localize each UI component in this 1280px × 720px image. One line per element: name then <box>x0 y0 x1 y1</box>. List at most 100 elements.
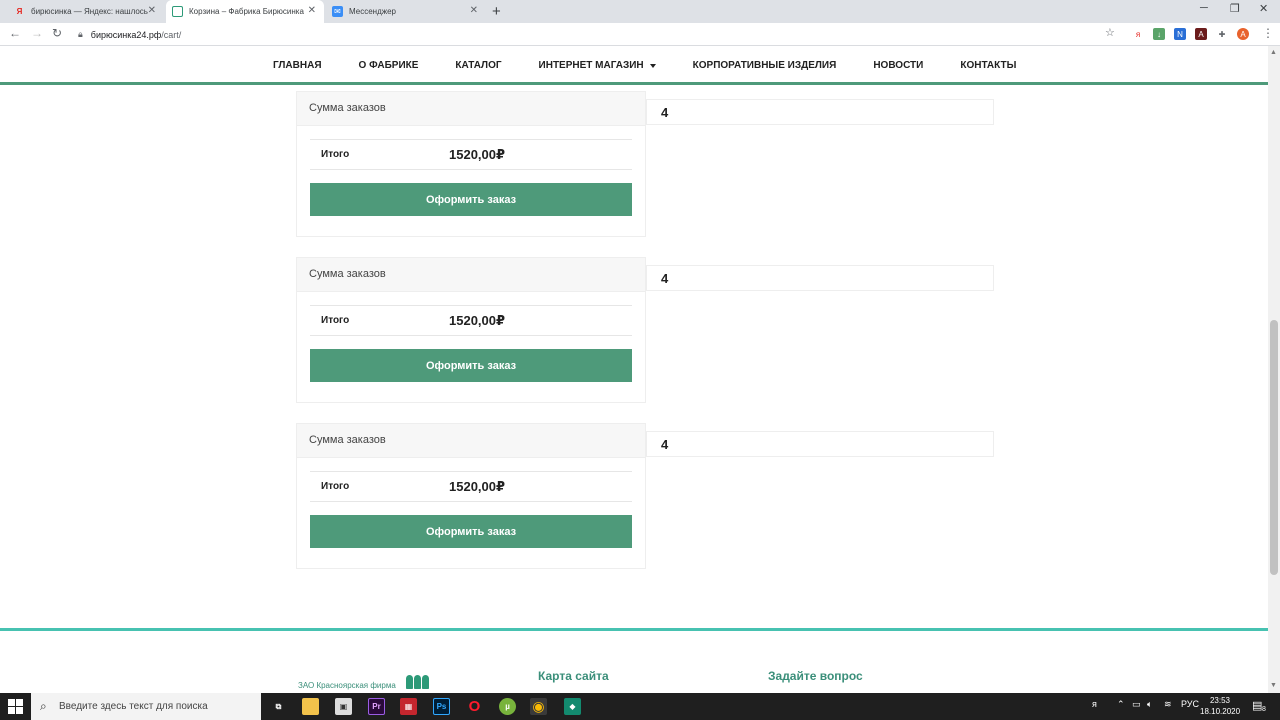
yandex-extension-icon[interactable]: я <box>1132 28 1144 40</box>
site-footer: ЗАО Красноярская фирма Карта сайта Задай… <box>0 631 1268 693</box>
menu-dots-icon[interactable]: ⋮ <box>1262 26 1274 40</box>
browser-tab-cart[interactable]: Корзина – Фабрика Бирюсинка ✕ <box>166 0 324 23</box>
chevron-up-icon[interactable]: ⌃ <box>1117 699 1125 710</box>
scrollbar-thumb[interactable] <box>1270 320 1278 575</box>
search-icon: ⌕ <box>40 699 47 713</box>
close-icon[interactable]: ✕ <box>308 5 316 16</box>
quantity-field[interactable]: 4 <box>646 265 994 291</box>
company-logo[interactable] <box>406 675 430 689</box>
forward-icon[interactable]: → <box>31 26 43 40</box>
browser-tab-messenger[interactable]: ✉ Мессенджер ✕ <box>326 0 486 23</box>
checkout-button[interactable]: Оформить заказ <box>310 183 632 216</box>
download-extension-icon[interactable]: ↓ <box>1153 28 1165 40</box>
order-summary: Сумма заказов Итого 1520,00₽ Оформить за… <box>296 257 646 403</box>
page-scrollbar[interactable]: ▲ ▼ <box>1268 46 1280 693</box>
notification-icon[interactable]: ▤ <box>1252 699 1262 712</box>
pdf-extension-icon[interactable]: A <box>1195 28 1207 40</box>
photoshop-icon[interactable]: Ps <box>433 698 450 715</box>
puzzle-icon[interactable]: ✚ <box>1216 28 1228 40</box>
order-block: Сумма заказов Итого 1520,00₽ Оформить за… <box>296 91 994 239</box>
nav-item-shop[interactable]: ИНТЕРНЕТ МАГАЗИН <box>539 60 656 71</box>
checkout-button[interactable]: Оформить заказ <box>310 515 632 548</box>
task-view-icon[interactable]: ⧉ <box>270 698 287 715</box>
close-icon[interactable]: ✕ <box>470 5 478 16</box>
wifi-icon[interactable]: ≋ <box>1164 699 1172 710</box>
premiere-icon[interactable]: Pr <box>368 698 385 715</box>
store-icon[interactable]: ▣ <box>335 698 352 715</box>
people-icon[interactable]: ᴙ <box>1092 699 1097 709</box>
taskbar-clock[interactable]: 23:53 18.10.2020 <box>1200 695 1240 717</box>
search-placeholder: Введите здесь текст для поиска <box>59 701 208 712</box>
order-summary: Сумма заказов Итого 1520,00₽ Оформить за… <box>296 91 646 237</box>
total-value: 1520,00₽ <box>449 313 506 328</box>
minimize-icon[interactable]: ─ <box>1200 2 1208 14</box>
yandex-icon: Я <box>16 7 23 16</box>
clock-time: 23:53 <box>1209 696 1231 705</box>
windows-taskbar: ⌕ Введите здесь текст для поиска ⧉ ▣ Pr … <box>0 693 1280 720</box>
nav-item-contacts[interactable]: КОНТАКТЫ <box>960 60 1016 71</box>
address-bar[interactable]: 🔒︎ бирюсинка24.рф/cart/ <box>72 25 1122 44</box>
nav-item-shop-label: ИНТЕРНЕТ МАГАЗИН <box>538 60 644 71</box>
windows-start-icon[interactable] <box>8 699 23 714</box>
reload-icon[interactable]: ↻ <box>52 26 62 40</box>
caret-down-icon <box>649 63 656 68</box>
avatar[interactable]: A <box>1237 28 1249 40</box>
checkout-button[interactable]: Оформить заказ <box>310 349 632 382</box>
nav-item-about[interactable]: О ФАБРИКЕ <box>359 60 419 71</box>
total-value: 1520,00₽ <box>449 147 506 162</box>
chrome-icon[interactable]: ◉ <box>530 698 547 715</box>
site-navigation: ГЛАВНАЯ О ФАБРИКЕ КАТАЛОГ ИНТЕРНЕТ МАГАЗ… <box>0 46 1268 85</box>
nav-item-home[interactable]: ГЛАВНАЯ <box>273 60 322 71</box>
ask-question-link[interactable]: Задайте вопрос <box>768 669 863 683</box>
back-icon[interactable]: ← <box>9 26 21 40</box>
torrent-icon[interactable]: µ <box>499 698 516 715</box>
monitor-icon[interactable]: ▭ <box>1132 699 1141 710</box>
new-tab-button[interactable]: + <box>492 3 501 20</box>
messenger-icon: ✉ <box>332 6 343 17</box>
total-label: Итого <box>321 481 350 492</box>
total-label: Итого <box>321 315 350 326</box>
notification-count: 8 <box>1262 706 1266 713</box>
close-window-icon[interactable]: ✕ <box>1259 2 1268 15</box>
summary-heading: Сумма заказов <box>297 258 645 292</box>
quantity-field[interactable]: 4 <box>646 431 994 457</box>
total-label: Итого <box>321 149 350 160</box>
restore-icon[interactable]: ❐ <box>1230 2 1240 15</box>
quantity-field[interactable]: 4 <box>646 99 994 125</box>
language-indicator[interactable]: РУС <box>1181 699 1199 709</box>
file-explorer-icon[interactable] <box>302 698 319 715</box>
clock-date: 18.10.2020 <box>1200 707 1241 716</box>
scroll-down-icon[interactable]: ▼ <box>1270 682 1277 689</box>
star-icon[interactable]: ☆ <box>1105 26 1115 39</box>
order-summary: Сумма заказов Итого 1520,00₽ Оформить за… <box>296 423 646 569</box>
new-extension-icon[interactable]: N <box>1174 28 1186 40</box>
opera-icon[interactable]: O <box>466 698 483 715</box>
nav-item-news[interactable]: НОВОСТИ <box>873 60 923 71</box>
tab-title: Корзина – Фабрика Бирюсинка <box>189 7 304 16</box>
total-row: Итого 1520,00₽ <box>310 305 632 336</box>
tab-title: Мессенджер <box>349 7 396 16</box>
order-block: Сумма заказов Итого 1520,00₽ Оформить за… <box>296 423 994 571</box>
address-host: бирюсинка24.рф <box>90 29 162 40</box>
scroll-up-icon[interactable]: ▲ <box>1270 49 1277 56</box>
total-value: 1520,00₽ <box>449 479 506 494</box>
nav-item-corporate[interactable]: КОРПОРАТИВНЫЕ ИЗДЕЛИЯ <box>693 60 837 71</box>
order-block: Сумма заказов Итого 1520,00₽ Оформить за… <box>296 257 994 405</box>
volume-icon[interactable]: 🔈︎ <box>1147 699 1152 710</box>
cart-content: Сумма заказов Итого 1520,00₽ Оформить за… <box>0 88 1268 628</box>
browser-tab-yandex[interactable]: Я бирюсинка — Яндекс: нашлось ✕ <box>8 0 164 23</box>
taskbar-search-input[interactable]: ⌕ Введите здесь текст для поиска <box>31 693 261 720</box>
sitemap-link[interactable]: Карта сайта <box>538 669 609 683</box>
lock-icon: 🔒︎ <box>78 29 83 39</box>
total-row: Итого 1520,00₽ <box>310 139 632 170</box>
summary-heading: Сумма заказов <box>297 424 645 458</box>
tab-title: бирюсинка — Яндекс: нашлось <box>31 7 148 16</box>
app-icon[interactable]: ◆ <box>564 698 581 715</box>
company-name[interactable]: ЗАО Красноярская фирма <box>298 681 396 690</box>
close-icon[interactable]: ✕ <box>148 5 156 16</box>
summary-heading: Сумма заказов <box>297 92 645 126</box>
gift-icon[interactable]: ▦ <box>400 698 417 715</box>
address-path: /cart/ <box>161 29 182 40</box>
browser-tab-strip: Я бирюсинка — Яндекс: нашлось ✕ Корзина … <box>0 0 1280 23</box>
nav-item-catalog[interactable]: КАТАЛОГ <box>455 60 501 71</box>
